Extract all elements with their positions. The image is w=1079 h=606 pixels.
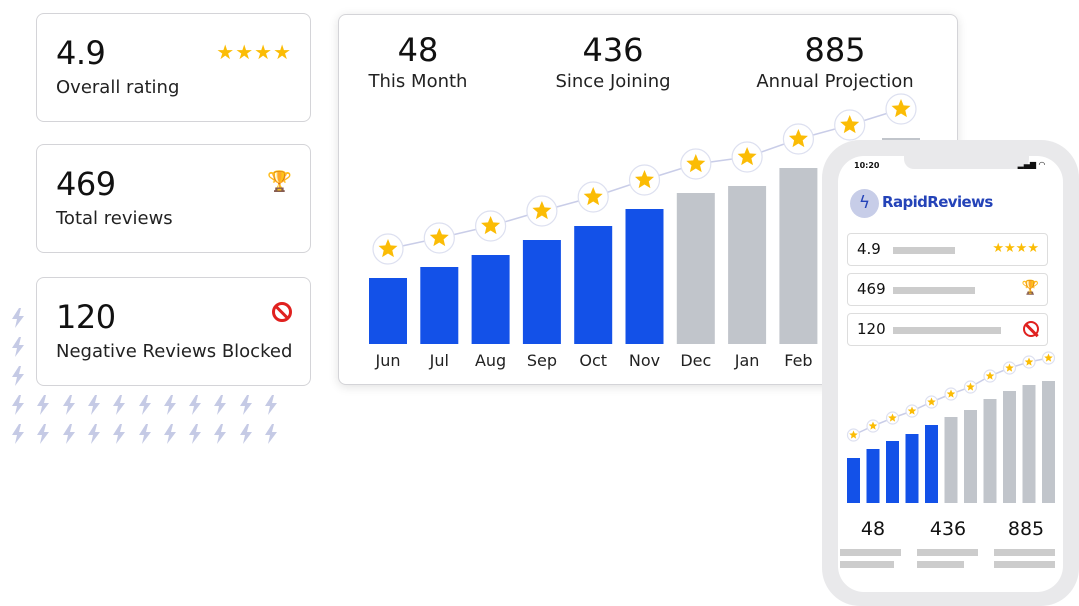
x-tick-label: Aug [475,351,506,370]
phone-row-rating: 4.9 ★★★★ [847,233,1048,266]
bolt-icon [113,395,126,415]
bolt-icon [113,424,126,444]
bolt-icon [189,395,202,415]
rating-value: 4.9 [56,34,106,72]
bolt-icon [163,424,176,444]
bolt-icon [62,424,75,444]
bolt-icon [214,395,227,415]
bolt-icon [12,337,24,357]
signal-wifi-icon: ▂▄▆ ◠ [1017,160,1045,169]
bolt-icon [138,424,151,444]
phone-row-blocked: 120 [847,313,1048,346]
row-value: 469 [857,280,886,298]
x-tick-label: Feb [784,351,812,370]
bar [905,434,919,503]
trophy-icon: 🏆 [267,169,292,193]
blocked-label: Negative Reviews Blocked [56,341,293,362]
kpi-card-total: 469 Total reviews 🏆 [36,144,311,253]
bolt-icon [37,395,50,415]
bolt-icon [87,424,100,444]
phone-stat: 885 [1007,518,1045,540]
bolt-icon [239,395,252,415]
phone-row-total: 469 🏆 [847,273,1048,306]
bolt-icon [87,395,100,415]
bolt-icon [138,395,151,415]
bar [983,399,997,503]
bar [866,449,880,503]
bar [574,226,613,344]
bolt-icon [12,395,24,415]
x-tick-label: Jul [429,351,449,370]
bolt-icon [214,424,227,444]
phone-bar-chart [846,351,1056,503]
bar [847,458,860,503]
kpi-card-rating: 4.9 Overall rating ★★★★ [36,13,311,122]
bolt-icon [37,424,50,444]
bar [944,417,958,503]
row-value: 4.9 [857,240,881,258]
x-tick-label: Dec [680,351,711,370]
placeholder-bar [893,287,975,294]
bar [779,168,818,344]
placeholder-bar [893,327,1001,334]
bar [1022,385,1036,503]
bar [964,410,977,503]
bar [420,267,459,344]
phone-stat: 48 [860,518,886,540]
row-value: 120 [857,320,886,338]
x-tick-label: Jun [375,351,401,370]
x-tick-label: Sep [527,351,557,370]
kpi-card-blocked: 120 Negative Reviews Blocked [36,277,311,386]
bolt-icon [265,395,277,415]
bolt-icon [239,424,252,444]
bar [369,278,407,344]
phone-mockup: 10:20 ▂▄▆ ◠ ϟ RapidReviews 4.9 ★★★★ 469 … [822,140,1079,606]
bar [925,425,938,503]
x-tick-label: Nov [629,351,660,370]
trophy-icon: 🏆 [1021,280,1039,296]
bar [728,186,767,344]
prohibited-icon [1023,321,1039,341]
blocked-value: 120 [56,298,116,336]
bolt-icon [12,366,24,386]
bar [676,193,715,344]
bolt-icon [189,424,202,444]
bar [522,240,561,344]
brand-name: RapidReviews [882,193,993,211]
bar [625,209,664,344]
x-tick-label: Jan [734,351,760,370]
bar [471,255,510,344]
placeholder-bar [893,247,955,254]
phone-stat: 436 [929,518,967,540]
bar [886,441,899,503]
x-tick-label: Oct [579,351,607,370]
bolt-icon [62,395,75,415]
bolt-icon [12,308,24,328]
bar [1042,381,1055,503]
four-stars-icon: ★★★★ [216,40,292,64]
bolt-icon [12,424,24,444]
phone-screen: 10:20 ▂▄▆ ◠ ϟ RapidReviews 4.9 ★★★★ 469 … [838,156,1063,592]
bolt-logo-icon: ϟ [850,189,879,218]
phone-notch [904,156,1029,169]
total-value: 469 [56,165,116,203]
bolt-icon [265,424,277,444]
status-time: 10:20 [854,161,880,170]
rating-label: Overall rating [56,77,180,98]
total-label: Total reviews [56,208,173,229]
prohibited-icon [272,302,292,327]
bar [1003,391,1016,503]
four-stars-icon: ★★★★ [992,241,1039,256]
bolt-icon [163,395,176,415]
